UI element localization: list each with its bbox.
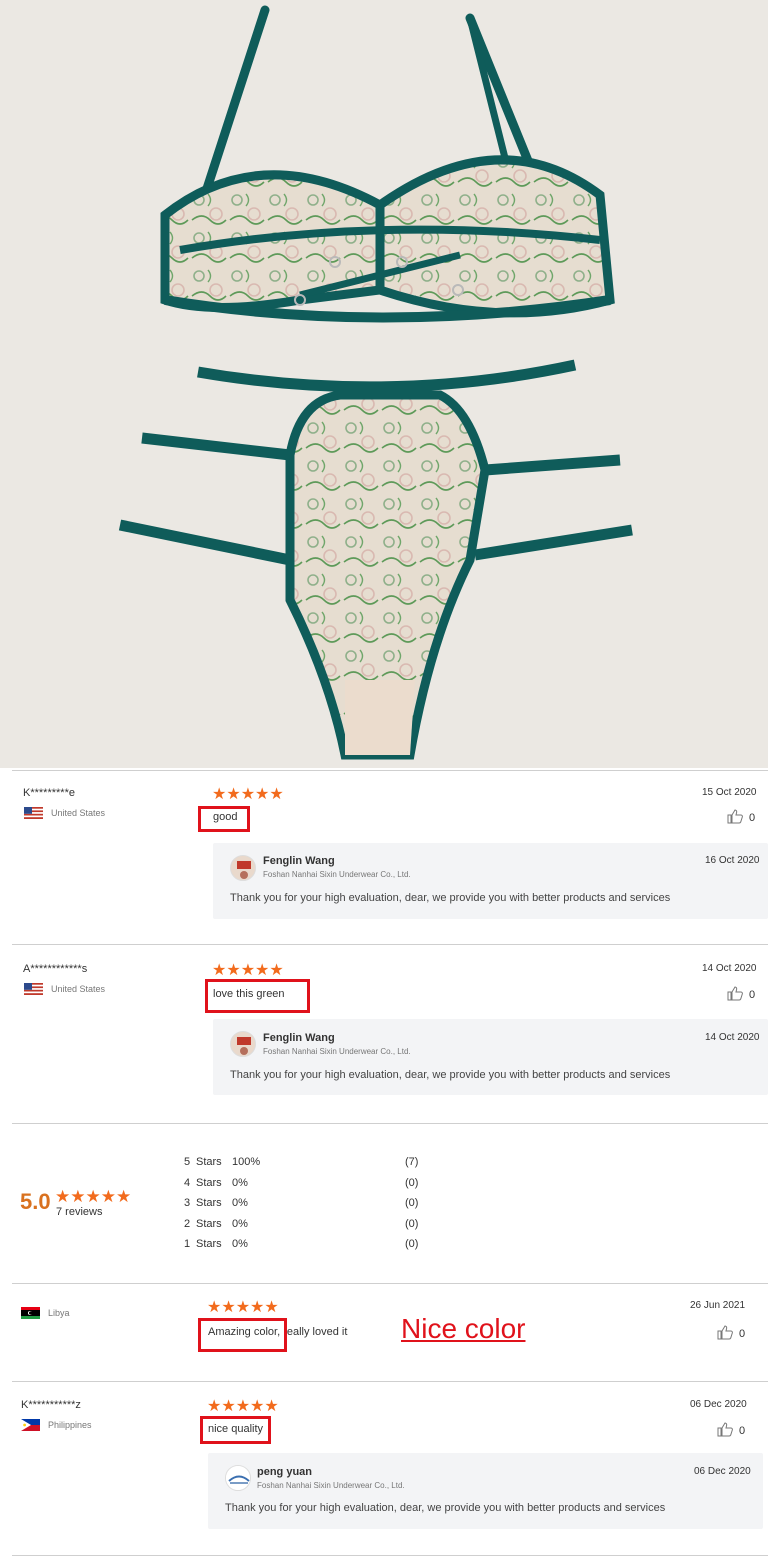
rating-percent: 100% xyxy=(232,1156,261,1168)
divider xyxy=(12,1283,768,1284)
highlight-box xyxy=(200,1416,271,1444)
reply-text: Thank you for your high evaluation, dear… xyxy=(225,1502,666,1514)
us-flag-icon xyxy=(24,807,43,819)
divider xyxy=(12,770,768,771)
star-rating: ★★★★★ xyxy=(207,1299,279,1316)
reviewer-name: K*********e xyxy=(23,787,75,799)
libya-flag-icon xyxy=(21,1307,40,1319)
rating-count: (7) xyxy=(405,1156,419,1168)
rating-count: (0) xyxy=(405,1177,419,1189)
seller-reply: Fenglin Wang Foshan Nanhai Sixin Underwe… xyxy=(213,843,768,919)
average-score: 5.0 xyxy=(20,1189,51,1214)
reply-date: 14 Oct 2020 xyxy=(705,1032,760,1043)
review-date: 26 Jun 2021 xyxy=(690,1300,746,1311)
country-label: United States xyxy=(51,984,106,994)
highlight-box xyxy=(198,806,250,832)
rating-percent: 0% xyxy=(232,1218,248,1230)
seller-avatar xyxy=(225,1465,251,1491)
seller-reply: peng yuan Foshan Nanhai Sixin Underwear … xyxy=(208,1453,763,1529)
country-label: United States xyxy=(51,808,106,818)
rating-row-2[interactable]: 2 Stars 0% (0) xyxy=(184,1218,418,1230)
seller-avatar xyxy=(230,1031,256,1057)
thumbs-up-icon xyxy=(717,1325,733,1343)
reviewer-country: United States xyxy=(24,807,105,819)
reply-date: 06 Dec 2020 xyxy=(694,1466,751,1477)
rating-star-number: 1 xyxy=(184,1238,191,1250)
review-date: 14 Oct 2020 xyxy=(702,963,757,974)
highlight-box xyxy=(205,979,310,1013)
seller-name: Fenglin Wang xyxy=(263,1032,335,1044)
review-date: 15 Oct 2020 xyxy=(702,787,757,798)
like-button[interactable]: 0 xyxy=(717,1422,745,1440)
rating-count: (0) xyxy=(405,1218,419,1230)
rating-row-3[interactable]: 3 Stars 0% (0) xyxy=(184,1197,418,1209)
divider xyxy=(12,944,768,945)
highlight-box xyxy=(198,1318,287,1352)
rating-star-number: 5 xyxy=(184,1156,191,1168)
seller-name: Fenglin Wang xyxy=(263,855,335,867)
rating-star-unit: Stars xyxy=(196,1238,222,1250)
rating-percent: 0% xyxy=(232,1197,248,1209)
seller-company: Foshan Nanhai Sixin Underwear Co., Ltd. xyxy=(257,1481,405,1490)
like-button[interactable]: 0 xyxy=(727,809,755,827)
country-label: Philippines xyxy=(48,1420,92,1430)
rating-percent: 0% xyxy=(232,1177,248,1189)
rating-star-unit: Stars xyxy=(196,1177,222,1189)
thumbs-up-icon xyxy=(717,1422,733,1440)
rating-star-unit: Stars xyxy=(196,1197,222,1209)
thumbs-up-icon xyxy=(727,986,743,1004)
divider xyxy=(12,1123,768,1124)
rating-count: (0) xyxy=(405,1238,419,1250)
seller-avatar xyxy=(230,855,256,881)
us-flag-icon xyxy=(24,983,43,995)
like-count: 0 xyxy=(749,812,756,824)
seller-company: Foshan Nanhai Sixin Underwear Co., Ltd. xyxy=(263,1047,411,1056)
rating-row-5[interactable]: 5 Stars 100% (7) xyxy=(184,1156,418,1168)
reply-text: Thank you for your high evaluation, dear… xyxy=(230,892,671,904)
rating-star-unit: Stars xyxy=(196,1218,222,1230)
reviewer-name: A************s xyxy=(23,963,88,975)
reply-date: 16 Oct 2020 xyxy=(705,855,760,866)
reviewer-country: Philippines xyxy=(21,1419,92,1431)
rating-star-number: 2 xyxy=(184,1218,191,1230)
country-label: Libya xyxy=(48,1308,70,1318)
rating-star-unit: Stars xyxy=(196,1156,222,1168)
rating-row-4[interactable]: 4 Stars 0% (0) xyxy=(184,1177,418,1189)
product-image xyxy=(0,0,768,768)
like-count: 0 xyxy=(749,989,756,1001)
rating-count: (0) xyxy=(405,1197,419,1209)
rating-row-1[interactable]: 1 Stars 0% (0) xyxy=(184,1238,418,1250)
like-count: 0 xyxy=(739,1328,746,1340)
like-button[interactable]: 0 xyxy=(727,986,755,1004)
star-rating: ★★★★★ xyxy=(212,962,284,979)
philippines-flag-icon xyxy=(21,1419,40,1431)
lingerie-illustration xyxy=(118,5,633,760)
reviewer-country: Libya xyxy=(21,1307,70,1319)
divider xyxy=(12,1381,768,1382)
star-rating: ★★★★★ xyxy=(207,1398,279,1415)
like-count: 0 xyxy=(739,1425,746,1437)
review-date: 06 Dec 2020 xyxy=(690,1399,747,1410)
divider xyxy=(12,1555,768,1556)
reviewer-country: United States xyxy=(24,983,105,995)
review-count: 7 reviews xyxy=(56,1206,103,1218)
summary-stars: ★★★★★ xyxy=(55,1187,132,1206)
reviewer-name: K***********z xyxy=(21,1399,81,1411)
reply-text: Thank you for your high evaluation, dear… xyxy=(230,1069,671,1081)
seller-name: peng yuan xyxy=(257,1466,313,1478)
like-button[interactable]: 0 xyxy=(717,1325,745,1343)
seller-company: Foshan Nanhai Sixin Underwear Co., Ltd. xyxy=(263,870,411,879)
rating-star-number: 4 xyxy=(184,1177,191,1189)
rating-percent: 0% xyxy=(232,1238,248,1250)
rating-star-number: 3 xyxy=(184,1197,191,1209)
seller-reply: Fenglin Wang Foshan Nanhai Sixin Underwe… xyxy=(213,1019,768,1095)
star-rating: ★★★★★ xyxy=(212,786,284,803)
thumbs-up-icon xyxy=(727,809,743,827)
annotation-text: Nice color xyxy=(401,1313,526,1344)
